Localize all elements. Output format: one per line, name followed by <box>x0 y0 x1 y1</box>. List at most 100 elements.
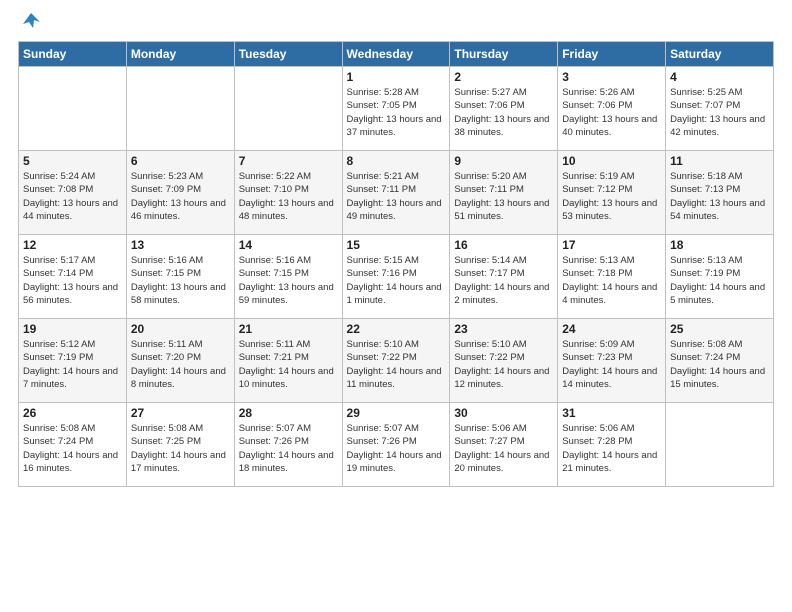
day-number: 19 <box>23 322 122 336</box>
calendar-cell: 18 Sunrise: 5:13 AM Sunset: 7:19 PM Dayli… <box>666 235 774 319</box>
day-number: 5 <box>23 154 122 168</box>
day-info: Sunrise: 5:07 AM Sunset: 7:26 PM Dayligh… <box>347 422 446 475</box>
day-info: Sunrise: 5:22 AM Sunset: 7:10 PM Dayligh… <box>239 170 338 223</box>
day-info: Sunrise: 5:06 AM Sunset: 7:27 PM Dayligh… <box>454 422 553 475</box>
day-info: Sunrise: 5:06 AM Sunset: 7:28 PM Dayligh… <box>562 422 661 475</box>
day-info: Sunrise: 5:18 AM Sunset: 7:13 PM Dayligh… <box>670 170 769 223</box>
day-info: Sunrise: 5:08 AM Sunset: 7:25 PM Dayligh… <box>131 422 230 475</box>
calendar-row-1: 5Sunrise: 5:24 AM Sunset: 7:08 PM Daylig… <box>19 151 774 235</box>
calendar-row-2: 12 Sunrise: 5:17 AM Sunset: 7:14 PM Dayli… <box>19 235 774 319</box>
day-info: Sunrise: 5:16 AM Sunset: 7:15 PM Dayligh… <box>131 254 230 307</box>
day-info: Sunrise: 5:09 AM Sunset: 7:23 PM Dayligh… <box>562 338 661 391</box>
day-number: 16 <box>454 238 553 252</box>
calendar-cell: 14Sunrise: 5:16 AM Sunset: 7:15 PM Dayli… <box>234 235 342 319</box>
col-header-saturday: Saturday <box>666 42 774 67</box>
calendar-cell: 11 Sunrise: 5:18 AM Sunset: 7:13 PM Dayli… <box>666 151 774 235</box>
day-number: 27 <box>131 406 230 420</box>
calendar-cell: 24 Sunrise: 5:09 AM Sunset: 7:23 PM Dayli… <box>558 319 666 403</box>
calendar-cell: 16 Sunrise: 5:14 AM Sunset: 7:17 PM Dayli… <box>450 235 558 319</box>
calendar-cell <box>666 403 774 487</box>
day-number: 11 <box>670 154 769 168</box>
day-info: Sunrise: 5:11 AM Sunset: 7:20 PM Dayligh… <box>131 338 230 391</box>
calendar-cell: 19 Sunrise: 5:12 AM Sunset: 7:19 PM Dayli… <box>19 319 127 403</box>
day-number: 12 <box>23 238 122 252</box>
calendar-cell: 22Sunrise: 5:10 AM Sunset: 7:22 PM Dayli… <box>342 319 450 403</box>
day-number: 18 <box>670 238 769 252</box>
day-info: Sunrise: 5:17 AM Sunset: 7:14 PM Dayligh… <box>23 254 122 307</box>
calendar-row-4: 26 Sunrise: 5:08 AM Sunset: 7:24 PM Dayli… <box>19 403 774 487</box>
logo <box>18 10 42 37</box>
page: SundayMondayTuesdayWednesdayThursdayFrid… <box>0 0 792 497</box>
day-info: Sunrise: 5:28 AM Sunset: 7:05 PM Dayligh… <box>347 86 446 139</box>
day-info: Sunrise: 5:13 AM Sunset: 7:19 PM Dayligh… <box>670 254 769 307</box>
calendar-cell <box>19 67 127 151</box>
col-header-thursday: Thursday <box>450 42 558 67</box>
day-number: 3 <box>562 70 661 84</box>
day-info: Sunrise: 5:07 AM Sunset: 7:26 PM Dayligh… <box>239 422 338 475</box>
day-number: 9 <box>454 154 553 168</box>
calendar-cell: 29 Sunrise: 5:07 AM Sunset: 7:26 PM Dayli… <box>342 403 450 487</box>
day-number: 31 <box>562 406 661 420</box>
day-number: 23 <box>454 322 553 336</box>
day-info: Sunrise: 5:10 AM Sunset: 7:22 PM Dayligh… <box>454 338 553 391</box>
day-info: Sunrise: 5:08 AM Sunset: 7:24 PM Dayligh… <box>23 422 122 475</box>
calendar-cell: 5Sunrise: 5:24 AM Sunset: 7:08 PM Daylig… <box>19 151 127 235</box>
col-header-monday: Monday <box>126 42 234 67</box>
day-info: Sunrise: 5:20 AM Sunset: 7:11 PM Dayligh… <box>454 170 553 223</box>
calendar-cell: 15Sunrise: 5:15 AM Sunset: 7:16 PM Dayli… <box>342 235 450 319</box>
logo-bird-icon <box>20 10 42 32</box>
day-info: Sunrise: 5:12 AM Sunset: 7:19 PM Dayligh… <box>23 338 122 391</box>
day-info: Sunrise: 5:19 AM Sunset: 7:12 PM Dayligh… <box>562 170 661 223</box>
calendar-cell: 2Sunrise: 5:27 AM Sunset: 7:06 PM Daylig… <box>450 67 558 151</box>
day-number: 10 <box>562 154 661 168</box>
calendar-cell: 13 Sunrise: 5:16 AM Sunset: 7:15 PM Dayli… <box>126 235 234 319</box>
day-number: 26 <box>23 406 122 420</box>
calendar-cell: 4 Sunrise: 5:25 AM Sunset: 7:07 PM Daylig… <box>666 67 774 151</box>
day-number: 6 <box>131 154 230 168</box>
calendar-cell: 28 Sunrise: 5:07 AM Sunset: 7:26 PM Dayli… <box>234 403 342 487</box>
day-number: 29 <box>347 406 446 420</box>
day-number: 20 <box>131 322 230 336</box>
calendar-table: SundayMondayTuesdayWednesdayThursdayFrid… <box>18 41 774 487</box>
day-number: 24 <box>562 322 661 336</box>
calendar-cell: 31 Sunrise: 5:06 AM Sunset: 7:28 PM Dayli… <box>558 403 666 487</box>
calendar-cell: 30 Sunrise: 5:06 AM Sunset: 7:27 PM Dayli… <box>450 403 558 487</box>
day-number: 30 <box>454 406 553 420</box>
col-header-friday: Friday <box>558 42 666 67</box>
calendar-cell: 8Sunrise: 5:21 AM Sunset: 7:11 PM Daylig… <box>342 151 450 235</box>
calendar-row-3: 19 Sunrise: 5:12 AM Sunset: 7:19 PM Dayli… <box>19 319 774 403</box>
day-number: 25 <box>670 322 769 336</box>
col-header-sunday: Sunday <box>19 42 127 67</box>
day-number: 21 <box>239 322 338 336</box>
header <box>18 10 774 37</box>
day-info: Sunrise: 5:11 AM Sunset: 7:21 PM Dayligh… <box>239 338 338 391</box>
calendar-cell <box>126 67 234 151</box>
day-info: Sunrise: 5:15 AM Sunset: 7:16 PM Dayligh… <box>347 254 446 307</box>
calendar-cell: 23 Sunrise: 5:10 AM Sunset: 7:22 PM Dayli… <box>450 319 558 403</box>
day-number: 7 <box>239 154 338 168</box>
day-info: Sunrise: 5:16 AM Sunset: 7:15 PM Dayligh… <box>239 254 338 307</box>
calendar-cell: 7 Sunrise: 5:22 AM Sunset: 7:10 PM Daylig… <box>234 151 342 235</box>
day-info: Sunrise: 5:26 AM Sunset: 7:06 PM Dayligh… <box>562 86 661 139</box>
day-number: 4 <box>670 70 769 84</box>
calendar-row-0: 1 Sunrise: 5:28 AM Sunset: 7:05 PM Daylig… <box>19 67 774 151</box>
calendar-cell: 21 Sunrise: 5:11 AM Sunset: 7:21 PM Dayli… <box>234 319 342 403</box>
calendar-cell: 25Sunrise: 5:08 AM Sunset: 7:24 PM Dayli… <box>666 319 774 403</box>
day-info: Sunrise: 5:13 AM Sunset: 7:18 PM Dayligh… <box>562 254 661 307</box>
calendar-cell <box>234 67 342 151</box>
day-info: Sunrise: 5:21 AM Sunset: 7:11 PM Dayligh… <box>347 170 446 223</box>
day-number: 2 <box>454 70 553 84</box>
day-info: Sunrise: 5:23 AM Sunset: 7:09 PM Dayligh… <box>131 170 230 223</box>
day-number: 1 <box>347 70 446 84</box>
day-number: 28 <box>239 406 338 420</box>
day-number: 13 <box>131 238 230 252</box>
calendar-cell: 6 Sunrise: 5:23 AM Sunset: 7:09 PM Daylig… <box>126 151 234 235</box>
day-info: Sunrise: 5:14 AM Sunset: 7:17 PM Dayligh… <box>454 254 553 307</box>
calendar-cell: 3 Sunrise: 5:26 AM Sunset: 7:06 PM Daylig… <box>558 67 666 151</box>
calendar-cell: 12 Sunrise: 5:17 AM Sunset: 7:14 PM Dayli… <box>19 235 127 319</box>
calendar-cell: 1 Sunrise: 5:28 AM Sunset: 7:05 PM Daylig… <box>342 67 450 151</box>
day-info: Sunrise: 5:25 AM Sunset: 7:07 PM Dayligh… <box>670 86 769 139</box>
day-number: 22 <box>347 322 446 336</box>
calendar-cell: 9 Sunrise: 5:20 AM Sunset: 7:11 PM Daylig… <box>450 151 558 235</box>
calendar-cell: 20 Sunrise: 5:11 AM Sunset: 7:20 PM Dayli… <box>126 319 234 403</box>
